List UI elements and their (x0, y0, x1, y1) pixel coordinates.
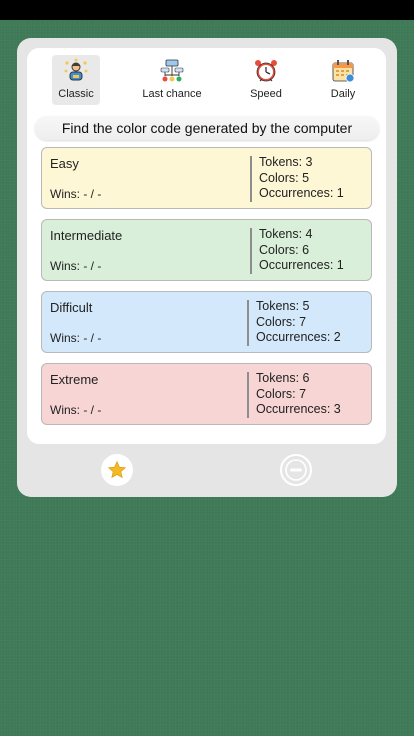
level-divider (247, 300, 249, 346)
level-wins: Wins: - / - (50, 259, 102, 273)
level-tokens: Tokens: 5 (256, 299, 310, 313)
level-stats: Tokens: 6 Colors: 7 Occurrences: 3 (256, 371, 341, 418)
level-occurrences: Occurrences: 1 (259, 258, 344, 272)
level-occurrences: Occurrences: 2 (256, 330, 341, 344)
tab-speed[interactable]: Speed (245, 55, 287, 105)
level-divider (247, 372, 249, 418)
alarm-clock-icon (255, 60, 277, 82)
star-icon (107, 460, 127, 479)
tab-daily-label: Daily (330, 88, 356, 100)
level-name: Difficult (50, 300, 93, 315)
level-name: Easy (50, 156, 79, 171)
level-intermediate[interactable]: Intermediate Wins: - / - Tokens: 4 Color… (41, 219, 372, 281)
level-divider (250, 228, 252, 274)
level-stats: Tokens: 5 Colors: 7 Occurrences: 2 (256, 299, 341, 346)
level-colors: Colors: 5 (259, 170, 310, 185)
level-difficult[interactable]: Difficult Wins: - / - Tokens: 5 Colors: … (41, 291, 372, 353)
tab-speed-label: Speed (250, 88, 282, 100)
tree-icon (160, 59, 184, 82)
level-colors: Colors: 7 (256, 314, 307, 329)
level-name: Intermediate (50, 228, 123, 243)
level-tokens: Tokens: 4 (259, 227, 313, 241)
favorite-button[interactable] (101, 454, 133, 486)
tab-last-chance[interactable]: Last chance (137, 55, 207, 105)
calendar-icon (332, 60, 355, 83)
minus-circle-icon (285, 459, 307, 481)
level-stats: Tokens: 3 Colors: 5 Occurrences: 1 (259, 155, 344, 202)
level-extreme[interactable]: Extreme Wins: - / - Tokens: 6 Colors: 7 … (41, 363, 372, 425)
tab-daily[interactable]: Daily (325, 55, 361, 105)
mode-panel: Classic Last chance Speed Daily Find the… (27, 48, 386, 444)
level-stats: Tokens: 4 Colors: 6 Occurrences: 1 (259, 227, 344, 274)
level-occurrences: Occurrences: 1 (259, 186, 344, 200)
level-colors: Colors: 7 (256, 386, 307, 401)
level-tokens: Tokens: 6 (256, 371, 310, 385)
page-title: Find the color code generated by the com… (35, 116, 379, 140)
level-occurrences: Occurrences: 3 (256, 402, 341, 416)
level-wins: Wins: - / - (50, 187, 102, 201)
tab-last-chance-label: Last chance (142, 88, 202, 100)
level-name: Extreme (50, 372, 99, 387)
player-icon (64, 58, 88, 81)
level-tokens: Tokens: 3 (259, 155, 313, 169)
level-wins: Wins: - / - (50, 331, 102, 345)
level-colors: Colors: 6 (259, 242, 310, 257)
level-easy[interactable]: Easy Wins: - / - Tokens: 3 Colors: 5 Occ… (41, 147, 372, 209)
tab-classic-label: Classic (58, 88, 94, 100)
status-bar (0, 0, 414, 20)
mode-tabs: Classic Last chance Speed Daily (27, 55, 386, 105)
game-mode-card: Classic Last chance Speed Daily Find the… (17, 38, 397, 497)
level-divider (250, 156, 252, 202)
tab-classic[interactable]: Classic (52, 55, 100, 105)
level-wins: Wins: - / - (50, 403, 102, 417)
remove-button[interactable] (280, 454, 312, 486)
